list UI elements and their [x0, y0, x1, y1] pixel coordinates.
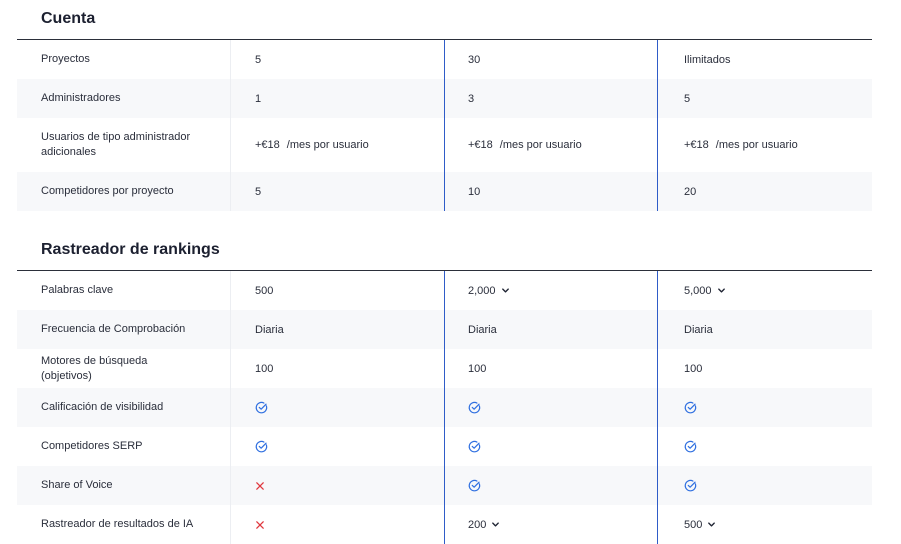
quantity-select[interactable]: 2,000 — [468, 285, 510, 297]
plan-1-value: Diaria — [231, 310, 445, 349]
plan-3-value: Ilimitados — [658, 40, 872, 79]
value-text: Diaria — [468, 323, 497, 336]
price-unit-text: /mes por usuario — [286, 139, 369, 151]
plan-2-value: 10 — [445, 172, 658, 211]
feature-label: Frecuencia de Comprobación — [17, 310, 231, 349]
value-text: Diaria — [684, 323, 713, 336]
quantity-select[interactable]: 500 — [684, 519, 716, 531]
plan-1-value: 100 — [231, 349, 445, 388]
plan-2-value: 3 — [445, 79, 658, 118]
plan-2-value: 100 — [445, 349, 658, 388]
plan-3-value: +€18/mes por usuario — [658, 118, 872, 172]
chevron-down-icon — [501, 288, 509, 293]
plan-1-value: 5 — [231, 40, 445, 79]
feature-label: Palabras clave — [17, 271, 231, 310]
price-text: +€18 — [468, 139, 493, 151]
plan-3-value — [658, 466, 872, 505]
plan-1-value — [231, 466, 445, 505]
value-text: 100 — [255, 362, 274, 375]
price-unit-text: /mes por usuario — [499, 139, 582, 151]
check-icon — [684, 440, 697, 453]
plan-2-value — [445, 427, 658, 466]
cross-icon — [256, 481, 264, 490]
feature-label: Usuarios de tipo administrador adicional… — [17, 118, 231, 172]
plan-1-value — [231, 388, 445, 427]
check-icon — [684, 401, 697, 414]
value-text: 30 — [468, 53, 481, 66]
check-icon — [468, 479, 481, 492]
plan-2-value: 200 — [445, 505, 658, 544]
plan-3-value: 100 — [658, 349, 872, 388]
plan-column-divider — [657, 40, 658, 211]
plan-2-value: +€18/mes por usuario — [445, 118, 658, 172]
plan-2-value: Diaria — [445, 310, 658, 349]
plan-3-value: 5,000 — [658, 271, 872, 310]
plan-3-value: 5 — [658, 79, 872, 118]
check-icon — [684, 479, 697, 492]
quantity-select[interactable]: 200 — [468, 519, 500, 531]
value-text: 10 — [468, 185, 481, 198]
plan-column-divider — [444, 271, 445, 544]
feature-label: Calificación de visibilidad — [17, 388, 231, 427]
check-icon — [255, 440, 268, 453]
chevron-down-icon — [717, 288, 725, 293]
price-text: +€18 — [255, 139, 280, 151]
price-text: +€18 — [684, 139, 709, 151]
value-text: 500 — [255, 284, 274, 297]
plan-1-value: +€18/mes por usuario — [231, 118, 445, 172]
plan-1-value: 5 — [231, 172, 445, 211]
plan-3-value — [658, 427, 872, 466]
value-text: 5 — [684, 92, 691, 105]
feature-label: Share of Voice — [17, 466, 231, 505]
price-unit-text: /mes por usuario — [715, 139, 798, 151]
select-value: 2,000 — [468, 284, 496, 297]
value-text: 3 — [468, 92, 475, 105]
feature-label: Competidores SERP — [17, 427, 231, 466]
plan-1-value: 500 — [231, 271, 445, 310]
plan-1-value — [231, 505, 445, 544]
feature-label: Administradores — [17, 79, 231, 118]
select-value: 5,000 — [684, 284, 712, 297]
cross-icon — [256, 520, 264, 529]
plan-3-value: 20 — [658, 172, 872, 211]
value-text: 5 — [255, 53, 262, 66]
section-title-rastreador: Rastreador de rankings — [41, 241, 220, 258]
value-text: 100 — [468, 362, 487, 375]
section-title-cuenta: Cuenta — [41, 10, 96, 27]
value-text: 20 — [684, 185, 697, 198]
plan-3-value: Diaria — [658, 310, 872, 349]
value-text: 100 — [684, 362, 703, 375]
feature-label: Motores de búsqueda (objetivos) — [17, 349, 231, 388]
plan-1-value — [231, 427, 445, 466]
check-icon — [468, 401, 481, 414]
plan-column-divider — [657, 271, 658, 544]
chevron-down-icon — [492, 522, 500, 527]
plan-2-value: 30 — [445, 40, 658, 79]
feature-label: Rastreador de resultados de IA — [17, 505, 231, 544]
plan-2-value — [445, 466, 658, 505]
plan-2-value — [445, 388, 658, 427]
plan-3-value — [658, 388, 872, 427]
check-icon — [255, 401, 268, 414]
plan-3-value: 500 — [658, 505, 872, 544]
check-icon — [468, 440, 481, 453]
plan-2-value: 2,000 — [445, 271, 658, 310]
plan-column-divider — [444, 40, 445, 211]
feature-label: Proyectos — [17, 40, 231, 79]
value-text: 5 — [255, 185, 262, 198]
select-value: 500 — [684, 518, 703, 531]
value-text: Diaria — [255, 323, 284, 336]
value-text: Ilimitados — [684, 53, 731, 66]
feature-label: Competidores por proyecto — [17, 172, 231, 211]
quantity-select[interactable]: 5,000 — [684, 285, 726, 297]
plan-1-value: 1 — [231, 79, 445, 118]
chevron-down-icon — [708, 522, 716, 527]
select-value: 200 — [468, 518, 487, 531]
value-text: 1 — [255, 92, 262, 105]
